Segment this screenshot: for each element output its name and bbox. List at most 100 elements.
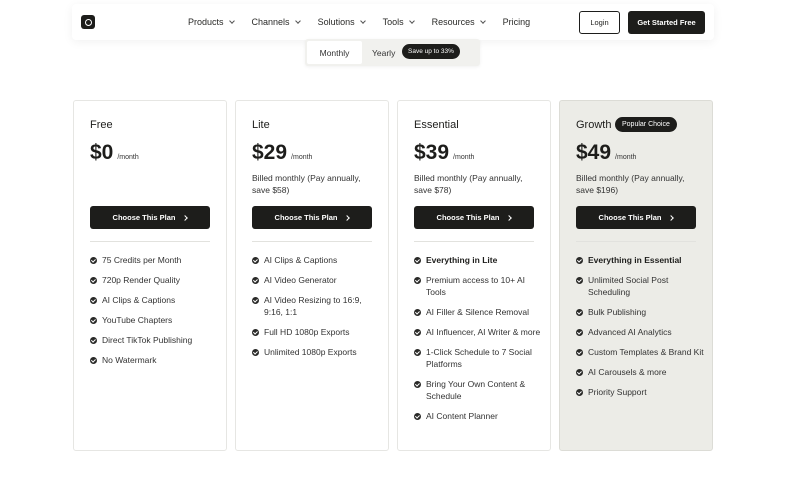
feature-text: Full HD 1080p Exports (264, 327, 350, 337)
plan-price: $29 /month (252, 141, 312, 165)
choose-plan-label: Choose This Plan (274, 213, 338, 222)
feature-item: AI Carousels & more (576, 366, 706, 378)
feature-item: YouTube Chapters (90, 314, 220, 326)
feature-text: Direct TikTok Publishing (102, 335, 193, 345)
chevron-down-icon (359, 17, 366, 24)
check-icon (90, 296, 97, 304)
check-icon (414, 276, 421, 284)
plan-card-essential: Essential $39 /month Billed monthly (Pay… (397, 100, 551, 451)
chevron-right-icon (182, 214, 189, 221)
feature-text: 75 Credits per Month (102, 255, 182, 265)
menu-item-label: Pricing (502, 17, 531, 27)
feature-text: AI Video Resizing to 16:9, 9:16, 1:1 (264, 295, 362, 317)
check-icon (576, 368, 583, 376)
feature-text: Bring Your Own Content & Schedule (426, 379, 526, 401)
price-period: /month (117, 154, 139, 161)
choose-plan-button[interactable]: Choose This Plan (576, 206, 696, 229)
billing-monthly-option[interactable]: Monthly (307, 41, 362, 64)
menu-item-resources[interactable]: Resources (431, 17, 486, 27)
feature-item: 1-Click Schedule to 7 Social Platforms (414, 346, 544, 370)
feature-list: Everything in Essential Unlimited Social… (576, 254, 706, 406)
feature-item: Everything in Essential (576, 254, 706, 266)
menu-item-label: Solutions (317, 17, 355, 27)
main-menu: Products Channels Solutions Tools Resour… (188, 4, 530, 40)
choose-plan-label: Choose This Plan (112, 213, 176, 222)
feature-text: AI Content Planner (426, 411, 498, 421)
feature-text: AI Carousels & more (588, 367, 667, 377)
feature-item: AI Filler & Silence Removal (414, 306, 544, 318)
check-icon (576, 308, 583, 316)
divider (414, 241, 534, 242)
choose-plan-button[interactable]: Choose This Plan (414, 206, 534, 229)
price-amount: $29 (252, 141, 288, 164)
feature-item: Everything in Lite (414, 254, 544, 266)
check-icon (252, 276, 259, 284)
feature-item: 720p Render Quality (90, 274, 220, 286)
feature-item: Bring Your Own Content & Schedule (414, 378, 544, 402)
check-icon (252, 328, 259, 336)
billing-note: Billed monthly (Pay annually, save $78) (414, 173, 523, 195)
top-navbar: Products Channels Solutions Tools Resour… (72, 4, 714, 40)
feature-text: Custom Templates & Brand Kit (588, 347, 704, 357)
divider (252, 241, 372, 242)
menu-item-label: Resources (431, 17, 475, 27)
menu-item-label: Channels (251, 17, 290, 27)
popular-badge: Popular Choice (615, 117, 677, 132)
plan-card-lite: Lite $29 /month Billed monthly (Pay annu… (235, 100, 389, 451)
plan-price: $0 /month (90, 141, 139, 165)
menu-item-label: Tools (382, 17, 404, 27)
feature-text: 720p Render Quality (102, 275, 180, 285)
check-icon (90, 356, 97, 364)
menu-item-solutions[interactable]: Solutions (317, 17, 366, 27)
feature-text: Everything in Essential (588, 255, 682, 265)
login-button[interactable]: Login (579, 11, 620, 34)
feature-item: AI Video Resizing to 16:9, 9:16, 1:1 (252, 294, 382, 318)
price-period: /month (453, 154, 475, 161)
menu-item-pricing[interactable]: Pricing (503, 17, 531, 27)
billing-yearly-option[interactable]: Yearly (372, 39, 395, 66)
menu-item-channels[interactable]: Channels (251, 17, 301, 27)
check-icon (252, 348, 259, 356)
menu-item-products[interactable]: Products (188, 17, 235, 27)
feature-text: Unlimited Social Post Scheduling (588, 275, 669, 297)
feature-text: Everything in Lite (426, 255, 498, 265)
check-icon (252, 296, 259, 304)
choose-plan-button[interactable]: Choose This Plan (90, 206, 210, 229)
plan-name: Essential (414, 119, 459, 131)
feature-item: AI Content Planner (414, 410, 544, 422)
feature-text: No Watermark (102, 355, 157, 365)
chevron-right-icon (668, 214, 675, 221)
menu-item-tools[interactable]: Tools (382, 17, 415, 27)
feature-item: Custom Templates & Brand Kit (576, 346, 706, 358)
feature-list: Everything in Lite Premium access to 10+… (414, 254, 544, 430)
feature-item: Advanced AI Analytics (576, 326, 706, 338)
feature-text: AI Clips & Captions (102, 295, 176, 305)
feature-item: Priority Support (576, 386, 706, 398)
divider (90, 241, 210, 242)
get-started-button[interactable]: Get Started Free (628, 11, 705, 34)
choose-plan-label: Choose This Plan (598, 213, 662, 222)
check-icon (576, 256, 583, 264)
feature-text: AI Video Generator (264, 275, 337, 285)
check-icon (576, 348, 583, 356)
feature-text: AI Clips & Captions (264, 255, 338, 265)
price-period: /month (291, 154, 313, 161)
price-period: /month (615, 154, 637, 161)
menu-item-label: Products (188, 17, 224, 27)
check-icon (414, 308, 421, 316)
billing-note: Billed monthly (Pay annually, save $58) (252, 173, 361, 195)
price-amount: $49 (576, 141, 612, 164)
logo-icon[interactable] (81, 15, 95, 29)
feature-text: Priority Support (588, 387, 647, 397)
chevron-down-icon (228, 17, 235, 24)
feature-item: Bulk Publishing (576, 306, 706, 318)
choose-plan-button[interactable]: Choose This Plan (252, 206, 372, 229)
plan-price: $49 /month (576, 141, 636, 165)
feature-text: Advanced AI Analytics (588, 327, 672, 337)
feature-item: Direct TikTok Publishing (90, 334, 220, 346)
check-icon (90, 336, 97, 344)
divider (576, 241, 696, 242)
check-icon (90, 276, 97, 284)
feature-item: Premium access to 10+ AI Tools (414, 274, 544, 298)
chevron-right-icon (344, 214, 351, 221)
